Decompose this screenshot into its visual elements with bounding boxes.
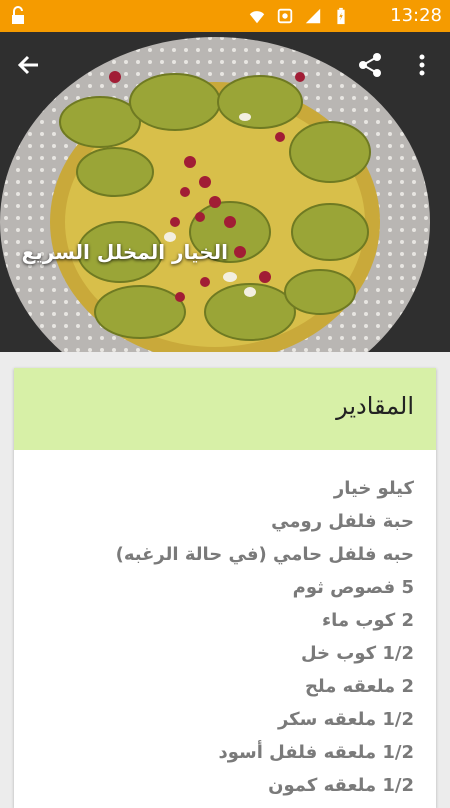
recipe-hero-image: الخيار المخلل السريع <box>0 32 450 352</box>
list-item: 2 كوب ماء <box>321 610 414 631</box>
list-item: 1/2 ملعقه فلفل أسود <box>218 742 415 763</box>
list-item: 1/2 ملعقه كمون <box>268 775 414 796</box>
list-item: كيلو خيار <box>333 478 414 499</box>
list-item: 2 ملعقه ملح <box>304 676 414 697</box>
back-arrow-icon[interactable] <box>14 50 44 80</box>
ingredients-card: المقادير كيلو خيار حبة فلفل رومي حبه فلف… <box>14 368 436 808</box>
status-bar: 13:28 <box>0 0 450 32</box>
list-item: 1/2 كوب خل <box>300 643 414 664</box>
list-item: حبة فلفل رومي <box>271 511 414 532</box>
signal-icon <box>304 6 322 26</box>
ingredients-list: كيلو خيار حبة فلفل رومي حبه فلفل حامي (ف… <box>24 472 414 802</box>
share-icon[interactable] <box>355 50 385 80</box>
wifi-icon <box>248 6 266 26</box>
data-saver-icon <box>276 6 294 26</box>
ingredients-header: المقادير <box>14 368 436 450</box>
list-item: 5 فصوص ثوم <box>292 577 414 598</box>
list-item: 1/2 ملعقه سكر <box>277 709 414 730</box>
pickled-cucumber-photo <box>0 32 450 352</box>
more-options-icon[interactable] <box>410 50 434 80</box>
battery-icon <box>332 6 350 26</box>
ingredients-title: المقادير <box>336 392 414 420</box>
clock: 13:28 <box>390 5 442 26</box>
recipe-title: الخيار المخلل السريع <box>21 240 228 264</box>
list-item: حبه فلفل حامي (في حالة الرغبه) <box>115 544 414 565</box>
unlock-icon <box>12 6 24 24</box>
